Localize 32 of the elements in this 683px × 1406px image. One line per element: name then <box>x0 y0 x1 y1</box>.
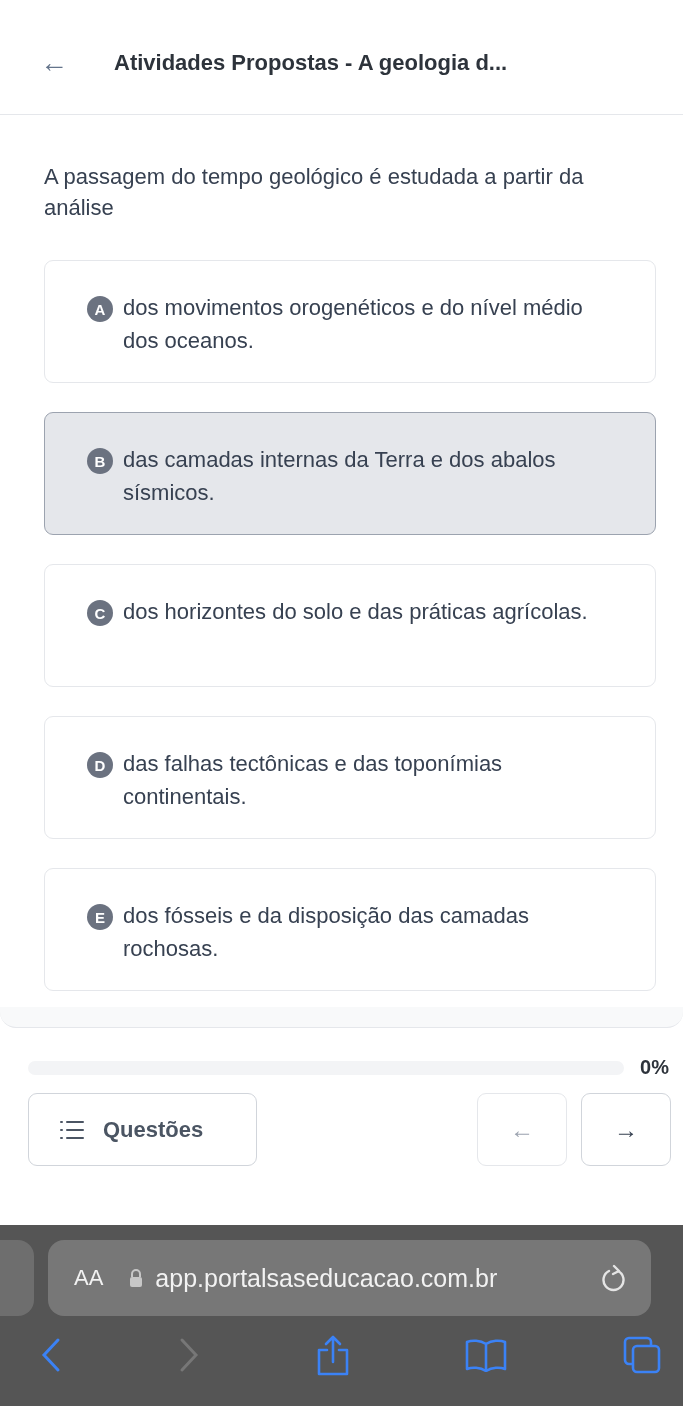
progress-reading: 0% <box>640 1056 669 1079</box>
url-text: app.portalsaseducacao.com.br <box>155 1263 499 1293</box>
option-letter: B <box>87 448 113 474</box>
reload-icon[interactable] <box>601 1264 627 1292</box>
option-letter: C <box>87 600 113 626</box>
share-icon[interactable] <box>315 1334 350 1376</box>
tab-preview[interactable] <box>0 1240 34 1316</box>
option-text: dos horizontes do solo e das práticas agrícolas. <box>123 598 588 626</box>
tabs-icon[interactable] <box>623 1336 661 1374</box>
option-text: das falhas tectônicas e das toponímias continentais. <box>123 750 504 811</box>
next-button[interactable]: → <box>581 1093 671 1166</box>
answer-option[interactable]: C dos horizontes do solo e das práticas agrícolas. <box>44 564 656 687</box>
address-bar[interactable]: AA app.portalsaseducacao.com.br <box>48 1240 651 1316</box>
option-text: das camadas internas da Terra e dos abalos sísmicos. <box>123 446 557 507</box>
answer-option[interactable]: D das falhas tectônicas e das toponímias continentais. <box>44 716 656 839</box>
answer-option[interactable]: E dos fósseis e da disposição das camadas rochosas. <box>44 868 656 991</box>
questions-button[interactable]: Questões <box>28 1093 257 1166</box>
option-letter: A <box>87 296 113 322</box>
list-icon <box>59 1118 85 1141</box>
option-letter: D <box>87 752 113 778</box>
bookmarks-icon[interactable] <box>465 1338 508 1372</box>
question-text: A passagem do tempo geológico é estudada a partir da análise <box>44 163 585 222</box>
text-size-button[interactable]: AA <box>74 1265 104 1291</box>
answer-option[interactable]: B das camadas internas da Terra e dos abalos sísmicos. <box>44 412 656 535</box>
lock-icon <box>129 1269 144 1287</box>
option-letter: E <box>87 904 113 930</box>
back-button[interactable]: ← <box>40 49 68 77</box>
option-text: dos movimentos orogenéticos e do nível médio dos oceanos. <box>123 294 584 355</box>
answer-option[interactable]: A dos movimentos orogenéticos e do nível médio dos oceanos. <box>44 260 656 383</box>
page-title: Atividades Propostas - A geologia d... <box>114 50 508 76</box>
back-icon[interactable] <box>40 1337 62 1373</box>
option-text: dos fósseis e da disposição das camadas rochosas. <box>123 902 530 963</box>
